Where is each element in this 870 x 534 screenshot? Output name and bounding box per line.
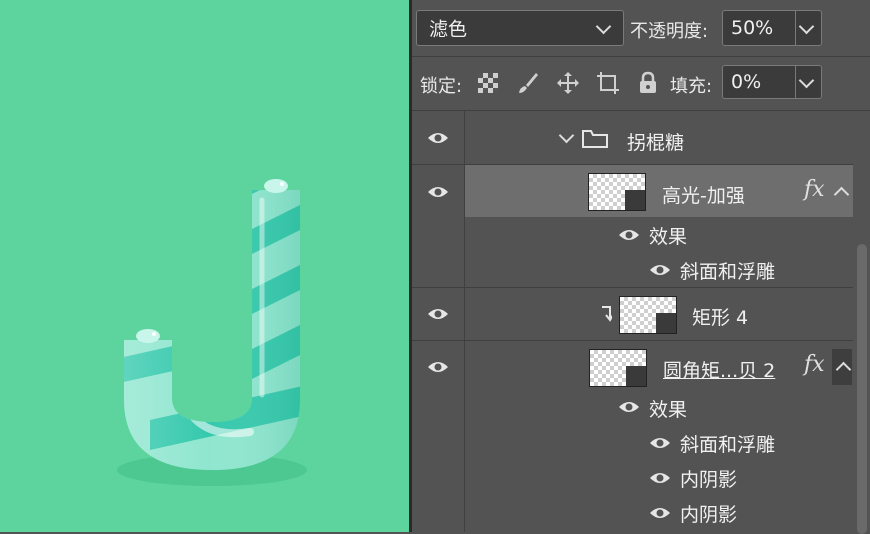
blend-mode-select[interactable]: 滤色 <box>416 10 624 46</box>
fx-icon[interactable]: fx <box>804 177 825 202</box>
opacity-value: 50% <box>731 17 774 39</box>
layer-group-row[interactable]: 拐棍糖 <box>412 111 853 164</box>
folder-icon <box>582 130 608 148</box>
effect-item: 斜面和浮雕 <box>680 261 776 283</box>
layer-name: 拐棍糖 <box>627 132 685 154</box>
chevron-down-icon <box>595 18 612 35</box>
candy-cane-artwork <box>117 179 307 486</box>
lock-artboard-icon[interactable] <box>596 71 620 95</box>
scrollbar[interactable] <box>857 244 867 534</box>
visibility-column <box>412 165 465 287</box>
layer-thumbnail[interactable] <box>619 296 677 334</box>
fill-field[interactable]: 0% <box>722 65 822 99</box>
eye-icon[interactable] <box>618 228 640 242</box>
fx-icon[interactable]: fx <box>804 352 825 377</box>
lock-all-icon[interactable] <box>636 71 660 95</box>
effects-label: 效果 <box>649 226 688 248</box>
lock-image-pixels-icon[interactable] <box>516 71 540 95</box>
effect-item: 内阴影 <box>680 469 738 491</box>
fill-value: 0% <box>731 71 762 93</box>
layers-panel: 滤色 不透明度: 50% 锁定: 填充: 0% 拐棍糖 高光-加强 fx 效果 … <box>412 0 870 534</box>
visibility-column <box>412 341 465 532</box>
layer-name: 高光-加强 <box>662 185 745 207</box>
opacity-label: 不透明度: <box>630 21 709 42</box>
eye-icon[interactable] <box>649 263 671 277</box>
lock-fill-row: 锁定: 填充: 0% <box>412 56 870 111</box>
visibility-column <box>412 288 465 340</box>
fill-label: 填充: <box>670 76 713 97</box>
blend-opacity-row: 滤色 不透明度: 50% <box>412 0 870 57</box>
effects-label: 效果 <box>649 399 688 421</box>
eye-icon[interactable] <box>649 506 671 520</box>
layer-row-rounded-rect[interactable]: 圆角矩...贝 2 fx 效果 斜面和浮雕 内阴影 内阴影 <box>412 341 853 532</box>
shape-badge-icon <box>626 366 646 386</box>
layer-name: 矩形 4 <box>692 307 749 329</box>
layer-thumbnail[interactable] <box>589 349 647 387</box>
lock-transparent-pixels-icon[interactable] <box>476 71 500 95</box>
selected-highlight <box>465 165 853 217</box>
collapse-effects-button[interactable] <box>832 349 852 385</box>
layer-row-rect4[interactable]: 矩形 4 <box>412 288 853 340</box>
eye-icon[interactable] <box>427 307 449 321</box>
clipping-arrow-icon <box>602 306 612 322</box>
chevron-down-icon[interactable] <box>798 72 815 89</box>
blend-mode-value: 滤色 <box>429 18 468 41</box>
smart-object-badge-icon <box>656 313 676 333</box>
eye-icon[interactable] <box>618 400 640 414</box>
eye-icon[interactable] <box>649 436 671 450</box>
opacity-field[interactable]: 50% <box>722 10 822 46</box>
layer-name: 圆角矩...贝 2 <box>663 360 776 382</box>
document-canvas[interactable] <box>0 0 409 532</box>
effect-item: 斜面和浮雕 <box>680 434 776 456</box>
eye-icon[interactable] <box>427 131 449 145</box>
shape-badge-icon <box>625 190 645 210</box>
effect-item: 内阴影 <box>680 504 738 526</box>
visibility-column <box>412 111 465 164</box>
layer-thumbnail[interactable] <box>588 173 646 211</box>
layers-list: 拐棍糖 高光-加强 fx 效果 斜面和浮雕 矩形 4 圆角矩...贝 2 fx … <box>412 111 870 534</box>
lock-label: 锁定: <box>420 76 463 97</box>
chevron-down-icon[interactable] <box>798 18 815 35</box>
chevron-up-icon <box>835 361 852 378</box>
eye-icon[interactable] <box>427 360 449 374</box>
lock-position-icon[interactable] <box>556 71 580 95</box>
eye-icon[interactable] <box>427 185 449 199</box>
layer-row-highlight[interactable]: 高光-加强 fx 效果 斜面和浮雕 <box>412 165 853 287</box>
chevron-down-icon[interactable] <box>558 127 575 144</box>
eye-icon[interactable] <box>649 471 671 485</box>
